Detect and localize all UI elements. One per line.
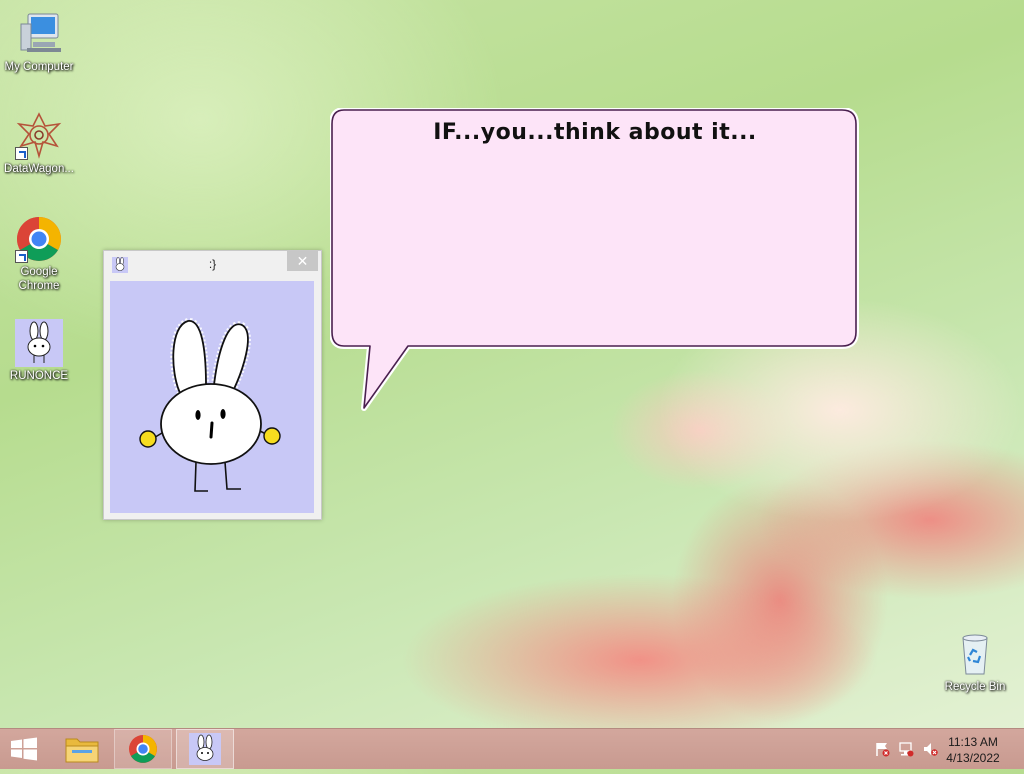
bunny-window[interactable]: :} ✕ — [103, 250, 322, 520]
speech-bubble — [330, 108, 859, 411]
bunny-icon — [15, 319, 63, 367]
recycle-bin-icon — [951, 630, 999, 678]
clock-date: 4/13/2022 — [946, 751, 1000, 765]
bunny-character — [139, 318, 281, 492]
action-center-flag-icon[interactable] — [874, 741, 890, 757]
desktop-icon-google-chrome[interactable]: Google Chrome — [1, 215, 77, 293]
title-bar[interactable]: :} ✕ — [104, 251, 321, 279]
chrome-icon — [129, 735, 157, 763]
file-explorer-icon — [65, 738, 99, 763]
desktop-icon-label: RUNONCE — [9, 370, 69, 382]
speech-bubble-text: IF...you...think about it... — [433, 120, 757, 145]
computer-icon — [15, 10, 63, 58]
shortcut-arrow-icon — [15, 250, 28, 263]
desktop-icon-label: Recycle Bin — [944, 681, 1006, 693]
taskbar-file-explorer[interactable] — [58, 729, 106, 769]
desktop-icon-runonce[interactable]: RUNONCE — [1, 319, 77, 383]
shortcut-arrow-icon — [15, 147, 28, 160]
volume-muted-icon[interactable] — [922, 741, 938, 757]
system-clock[interactable]: 11:13 AM 4/13/2022 — [938, 734, 1008, 766]
desktop-icon-label: Google Chrome — [18, 266, 60, 292]
start-button[interactable] — [0, 729, 48, 769]
network-icon[interactable] — [898, 741, 914, 757]
desktop-icon-my-computer[interactable]: My Computer — [1, 10, 77, 74]
datawagon-icon — [15, 112, 63, 160]
desktop-icon-label: My Computer — [4, 61, 74, 73]
bunny-icon — [189, 733, 221, 765]
windows-start-icon — [11, 737, 37, 761]
close-button[interactable]: ✕ — [287, 251, 318, 271]
desktop-icon-recycle-bin[interactable]: Recycle Bin — [937, 630, 1013, 694]
bunny-canvas — [110, 281, 314, 513]
chrome-icon — [15, 215, 63, 263]
taskbar-chrome[interactable] — [114, 729, 172, 769]
clock-time: 11:13 AM — [948, 735, 998, 749]
desktop-icon-datawagon[interactable]: DataWagon... — [1, 112, 77, 176]
desktop-icon-label: DataWagon... — [4, 163, 74, 175]
taskbar: 11:13 AM 4/13/2022 — [0, 728, 1024, 769]
taskbar-bunny-app[interactable] — [176, 729, 234, 769]
